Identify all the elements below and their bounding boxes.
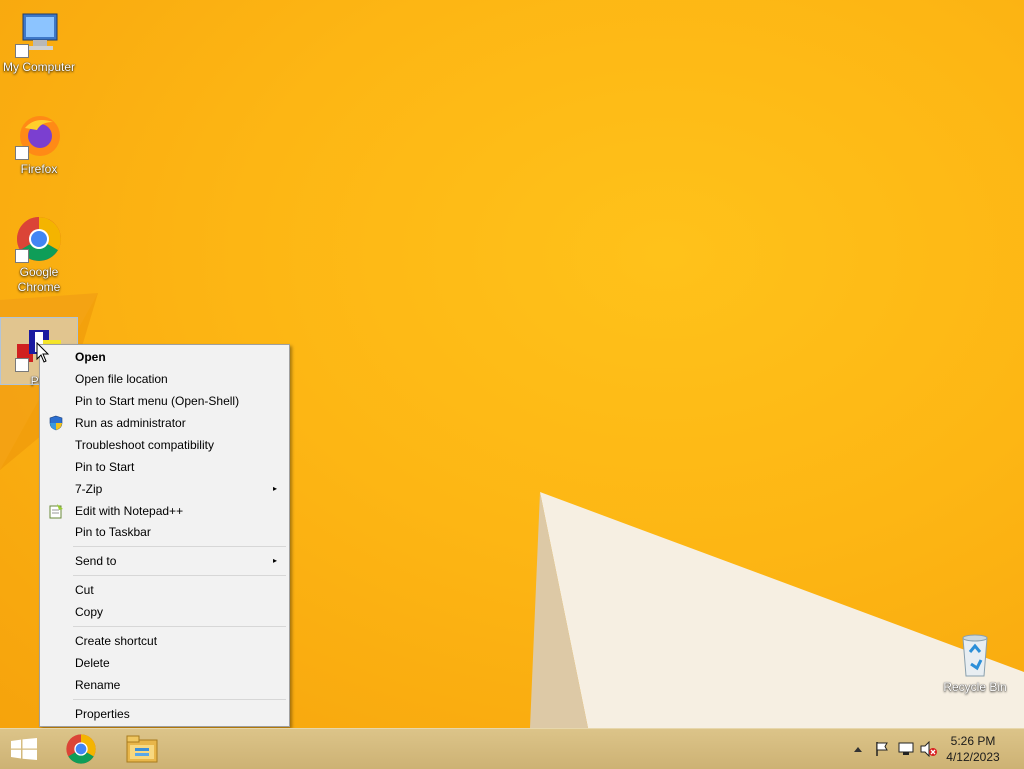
menu-item-label: Open file location [75,372,168,386]
menu-separator [73,626,286,627]
menu-item-label: Delete [75,656,110,670]
clock-time: 5:26 PM [950,734,996,748]
menu-item-cut[interactable]: Cut [42,579,287,601]
start-button[interactable] [0,729,48,769]
file-explorer-icon [126,735,158,763]
menu-item-label: Send to [75,554,117,568]
clock-date: 4/12/2023 [946,750,1000,764]
menu-item-edit-with-notepad-plus-plus[interactable]: Edit with Notepad++ [42,500,287,522]
menu-item-create-shortcut[interactable]: Create shortcut [42,630,287,652]
menu-item-label: Create shortcut [75,634,158,648]
firefox-icon [15,112,63,160]
computer-icon [15,10,63,58]
icon-label: Firefox [20,162,58,176]
icon-label: My Computer [2,60,76,74]
taskbar-chrome-button[interactable] [57,729,105,769]
network-icon[interactable] [898,741,914,757]
menu-item-copy[interactable]: Copy [42,601,287,623]
menu-item-label: Pin to Taskbar [75,525,151,539]
menu-item-pin-to-start-menu[interactable]: Pin to Start menu (Open-Shell) [42,390,287,412]
menu-item-7zip[interactable]: 7-Zip ▸ [42,478,287,500]
menu-item-label: Cut [75,583,94,597]
menu-item-open[interactable]: Open [42,346,287,368]
menu-item-label: Troubleshoot compatibility [75,438,214,452]
taskbar: 5:26 PM 4/12/2023 [0,728,1024,769]
menu-separator [73,575,286,576]
icon-label: Recycle Bin [943,680,1007,694]
context-menu: Open Open file location Pin to Start men… [39,344,290,727]
menu-item-pin-to-start[interactable]: Pin to Start [42,456,287,478]
menu-item-delete[interactable]: Delete [42,652,287,674]
menu-separator [73,699,286,700]
uac-shield-icon [48,415,64,431]
menu-item-properties[interactable]: Properties [42,703,287,725]
menu-item-label: Properties [75,707,130,721]
menu-item-pin-to-taskbar[interactable]: Pin to Taskbar [42,521,287,543]
submenu-arrow-icon: ▸ [272,484,277,493]
desktop-icon-my-computer[interactable]: My Computer [0,10,78,75]
windows-start-icon [11,738,37,760]
recycle-bin-icon [951,630,999,678]
desktop-icon-recycle-bin[interactable]: Recycle Bin [936,630,1014,695]
menu-separator [73,546,286,547]
desktop-icon-google-chrome[interactable]: Google Chrome [0,215,78,295]
menu-item-label: Pin to Start menu (Open-Shell) [75,394,240,408]
menu-item-label: Edit with Notepad++ [75,504,184,518]
menu-item-label: Copy [75,605,104,619]
action-center-flag-icon[interactable] [874,741,890,757]
menu-item-label: 7-Zip [75,482,103,496]
icon-label: Google Chrome [17,265,61,294]
menu-item-send-to[interactable]: Send to ▸ [42,550,287,572]
menu-item-label: Run as administrator [75,416,186,430]
menu-item-label: Rename [75,678,121,692]
menu-item-label: Pin to Start [75,460,135,474]
show-hidden-icons-icon[interactable] [853,745,863,753]
desktop-icon-firefox[interactable]: Firefox [0,112,78,177]
taskbar-file-explorer-button[interactable] [118,729,166,769]
mouse-cursor-icon [36,342,50,363]
submenu-arrow-icon: ▸ [272,556,277,565]
volume-muted-icon[interactable] [920,741,938,757]
taskbar-clock[interactable]: 5:26 PM 4/12/2023 [938,733,1008,765]
menu-item-rename[interactable]: Rename [42,674,287,696]
system-tray [848,729,940,769]
menu-item-troubleshoot-compatibility[interactable]: Troubleshoot compatibility [42,434,287,456]
chrome-icon [66,734,96,764]
menu-item-label: Open [75,350,106,364]
chrome-icon [15,215,63,263]
menu-item-open-file-location[interactable]: Open file location [42,368,287,390]
notepad-plus-plus-icon [48,503,64,519]
menu-item-run-as-administrator[interactable]: Run as administrator [42,412,287,434]
